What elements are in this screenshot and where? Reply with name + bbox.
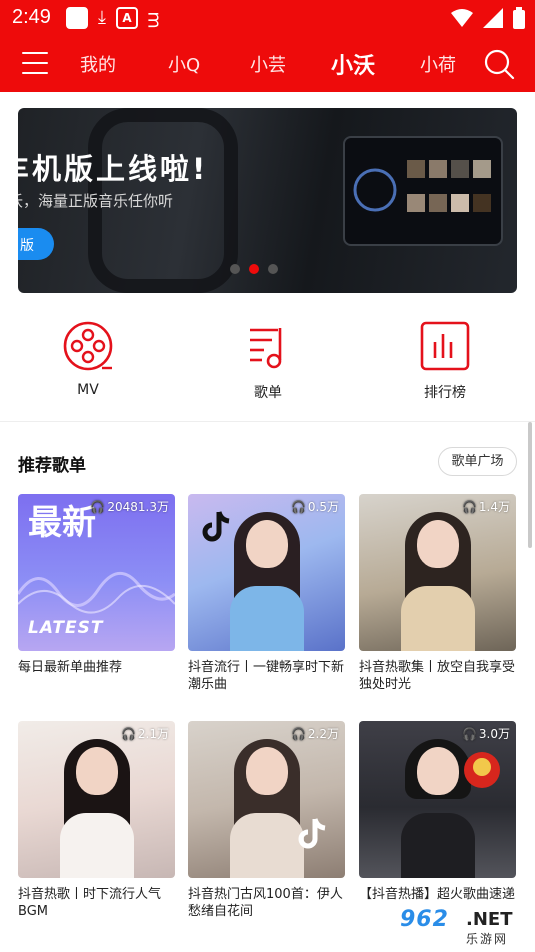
playlist-title: 抖音热歌集丨放空自我享受独处时光	[359, 660, 516, 692]
headphones-icon: 🎧	[290, 726, 306, 741]
watermark-net: .NET	[466, 909, 513, 930]
headphones-icon: 🎧	[290, 499, 306, 514]
cover-latest-text: LATEST	[28, 618, 104, 638]
cover-photo	[226, 512, 308, 651]
playlist-card[interactable]: 🎧 1.4万 抖音热歌集丨放空自我享受独处时光	[359, 494, 516, 693]
play-count: 🎧 2.2万	[290, 726, 339, 742]
playlist-cover: 🎧 3.0万	[359, 721, 516, 878]
play-count: 🎧 0.5万	[290, 499, 339, 515]
play-count: 🎧 3.0万	[461, 726, 510, 742]
playlist-title: 【抖音热播】超火歌曲速递	[359, 887, 516, 902]
chart-entry[interactable]: 排行榜	[395, 320, 495, 402]
cover-photo	[397, 512, 479, 651]
playlist-card[interactable]: 🎧 2.1万 抖音热歌丨时下流行人气BGM	[18, 721, 175, 920]
playlist-card[interactable]: 最新 LATEST 🎧 20481.3万 每日最新单曲推荐	[18, 494, 175, 676]
search-icon[interactable]	[483, 48, 515, 80]
download-icon: ⤓	[98, 7, 106, 28]
playlist-square-button[interactable]: 歌单广场	[438, 447, 517, 476]
banner-dot-active	[249, 264, 259, 274]
playlist-title: 抖音流行丨一键畅享时下新潮乐曲	[188, 660, 345, 692]
banner-dot	[268, 264, 278, 274]
status-bar: 2:49 ⤓ A ᴟ	[0, 0, 535, 36]
top-nav-bar: 我的 小Q 小芸 小沃 小荷	[0, 36, 535, 92]
tab-xiao-yun[interactable]: 小芸	[250, 51, 286, 77]
playlist-title: 每日最新单曲推荐	[18, 660, 123, 675]
banner-title: 车机版上线啦!	[18, 152, 209, 186]
playlist-card[interactable]: 🎧 3.0万 【抖音热播】超火歌曲速递	[359, 721, 516, 903]
cover-photo	[56, 739, 138, 878]
tab-xiao-he[interactable]: 小荷	[420, 51, 456, 77]
banner-button[interactable]: 版	[18, 228, 54, 260]
watermark-number: 962	[400, 907, 449, 932]
mv-label: MV	[77, 382, 99, 398]
playlist-label: 歌单	[254, 385, 282, 401]
playlist-card[interactable]: 🎧 0.5万 抖音流行丨一键畅享时下新潮乐曲	[188, 494, 345, 693]
tab-mine[interactable]: 我的	[80, 51, 116, 77]
chart-icon	[420, 321, 470, 371]
tiktok-logo-icon	[298, 818, 326, 849]
a-icon: A	[115, 7, 138, 29]
banner-subtitle: 沃，海量正版音乐任你听	[18, 192, 174, 210]
section-divider	[0, 421, 535, 422]
car-screen-graphic	[343, 136, 503, 246]
banner-dot	[230, 264, 240, 274]
mascot-icon	[464, 752, 500, 788]
cover-big-text: 最新	[28, 503, 96, 543]
playlist-entry[interactable]: 歌单	[218, 320, 318, 402]
play-count: 🎧 20481.3万	[90, 499, 169, 515]
section-title: 推荐歌单	[18, 456, 86, 476]
cover-photo	[226, 739, 308, 878]
watermark-sub: 乐游网	[466, 932, 509, 946]
status-icons-left: ⤓ A ᴟ	[66, 7, 159, 29]
mv-entry[interactable]: MV	[38, 320, 138, 398]
headphones-icon: 🎧	[90, 499, 106, 514]
headphones-icon: 🎧	[120, 726, 136, 741]
playlist-cover: 最新 LATEST 🎧 20481.3万	[18, 494, 175, 651]
playlist-icon	[250, 328, 282, 369]
status-icons-right	[451, 7, 525, 29]
playlist-card[interactable]: 🎧 2.2万 抖音热门古风100首：伊人愁绪自花间	[188, 721, 345, 920]
play-count: 🎧 2.1万	[120, 726, 169, 742]
film-reel-icon	[63, 321, 113, 371]
battery-icon	[513, 7, 525, 29]
scrollbar[interactable]	[528, 422, 532, 548]
site-watermark: 962 .NET 乐游网	[394, 905, 530, 949]
promo-banner[interactable]: 车机版上线啦! 沃，海量正版音乐任你听 版	[18, 108, 517, 293]
status-time: 2:49	[12, 6, 51, 28]
play-count: 🎧 1.4万	[461, 499, 510, 515]
chart-label: 排行榜	[424, 385, 466, 401]
playlist-title: 抖音热门古风100首：伊人愁绪自花间	[188, 887, 343, 919]
playlist-title: 抖音热歌丨时下流行人气BGM	[18, 887, 162, 919]
custom-icon: ᴟ	[147, 7, 160, 28]
app-icon	[66, 7, 88, 29]
playlist-cover: 🎧 2.2万	[188, 721, 345, 878]
menu-icon[interactable]	[22, 52, 48, 74]
playlist-cover: 🎧 1.4万	[359, 494, 516, 651]
playlist-cover: 🎧 2.1万	[18, 721, 175, 878]
tab-xiao-wo[interactable]: 小沃	[331, 48, 375, 80]
quick-actions: MV 歌单 排行榜	[0, 320, 535, 410]
headphones-icon: 🎧	[461, 726, 477, 741]
signal-icon	[483, 8, 503, 28]
headphones-icon: 🎧	[461, 499, 477, 514]
wifi-icon	[451, 9, 473, 27]
playlist-cover: 🎧 0.5万	[188, 494, 345, 651]
tab-xiao-q[interactable]: 小Q	[168, 51, 200, 77]
